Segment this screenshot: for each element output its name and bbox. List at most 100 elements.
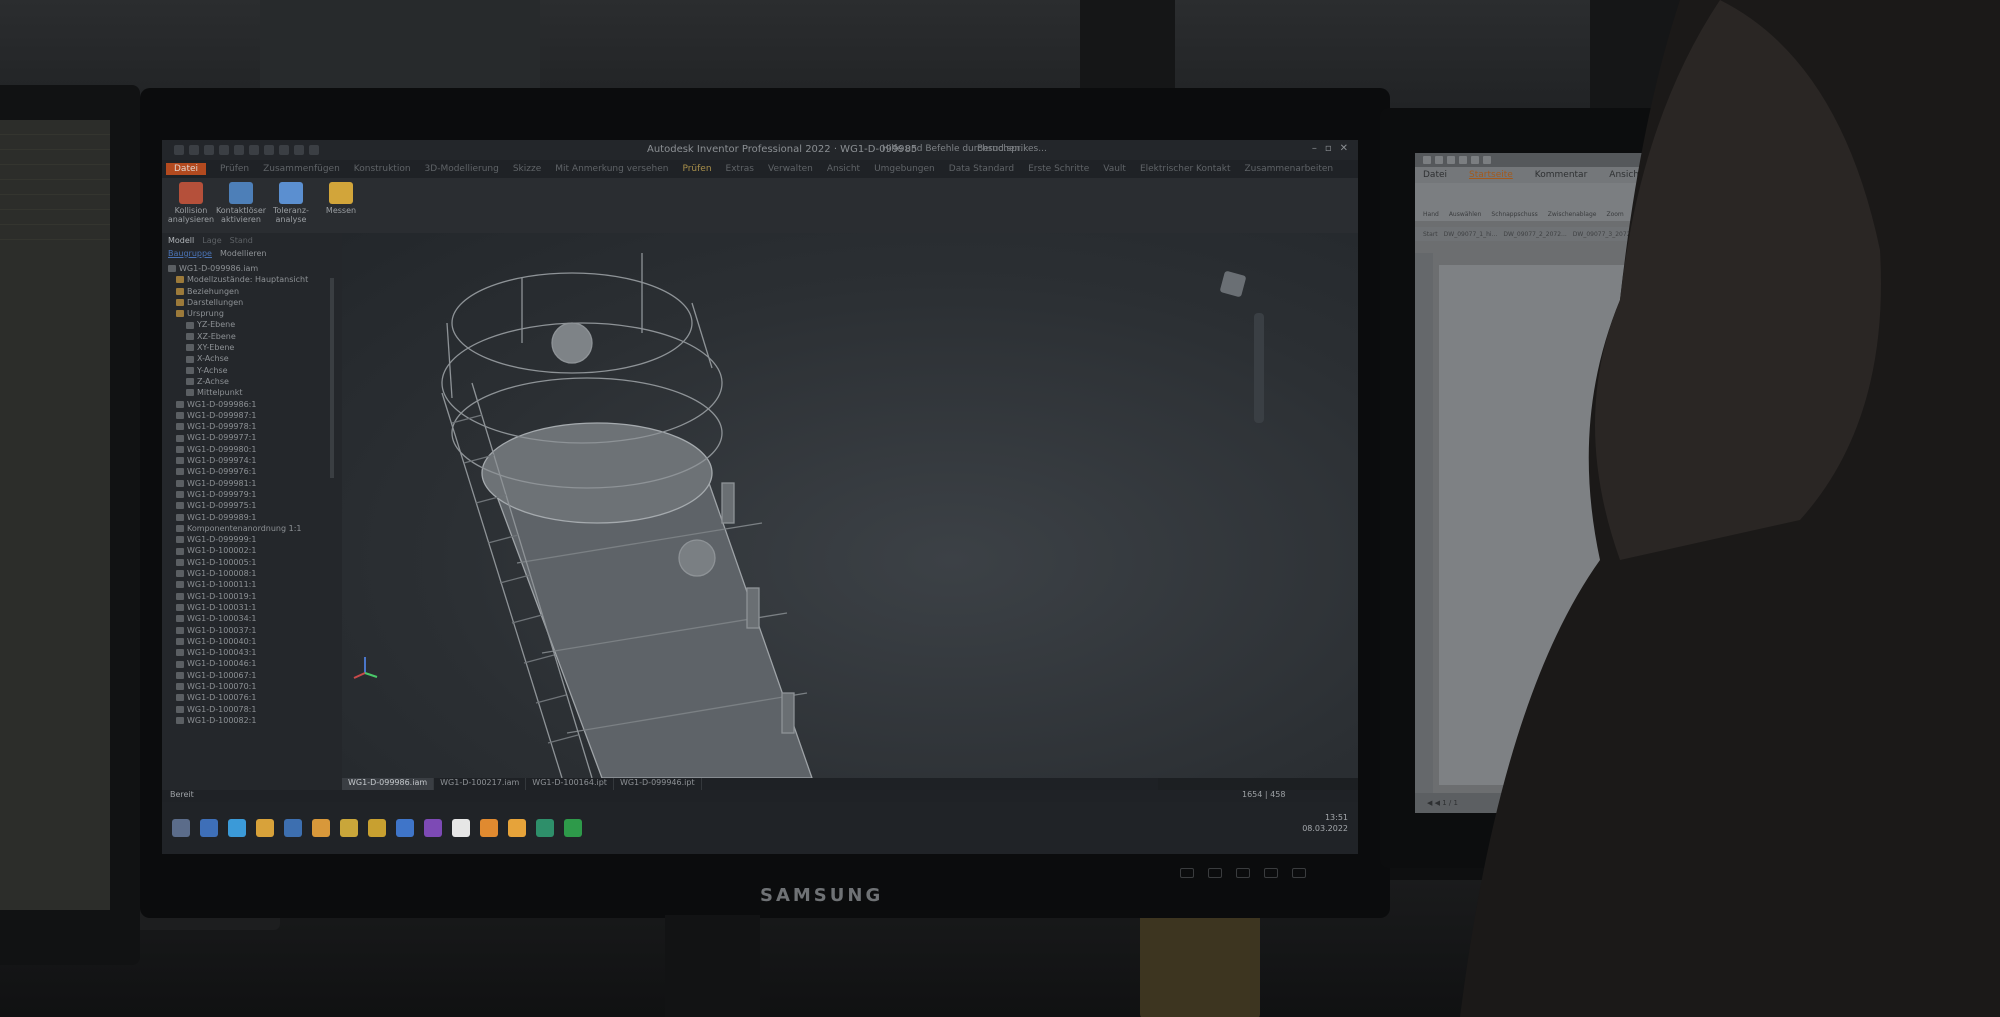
tab-skizze[interactable]: Skizze [513, 164, 541, 174]
tree-item[interactable]: WG1-D-100019:1 [162, 591, 342, 602]
home-icon[interactable] [249, 145, 259, 155]
tree-item[interactable]: WG1-D-100082:1 [162, 715, 342, 726]
browser-tab[interactable]: Stand [230, 236, 253, 245]
monitor-button[interactable] [1292, 868, 1306, 878]
taskbar-app-icon[interactable] [228, 819, 246, 837]
monitor-button[interactable] [1208, 868, 1222, 878]
tab-elektrischer-kontakt[interactable]: Elektrischer Kontakt [1140, 164, 1231, 174]
monitor-buttons[interactable] [1180, 868, 1350, 882]
tab-zusammenf-gen[interactable]: Zusammenfügen [263, 164, 340, 174]
tab-3d-modellierung[interactable]: 3D-Modellierung [425, 164, 499, 174]
tree-item[interactable]: XY-Ebene [162, 342, 342, 353]
tab-mit-anmerkung-versehen[interactable]: Mit Anmerkung versehen [555, 164, 668, 174]
taskbar-app-icon[interactable] [508, 819, 526, 837]
tree-item[interactable]: WG1-D-100040:1 [162, 636, 342, 647]
ribbon-tool-button[interactable]: Kontaktlöser aktivieren [216, 178, 266, 233]
open-icon[interactable] [189, 145, 199, 155]
tree-item[interactable]: WG1-D-100067:1 [162, 670, 342, 681]
taskbar-app-icon[interactable] [172, 819, 190, 837]
tab-zusammenarbeiten[interactable]: Zusammenarbeiten [1245, 164, 1334, 174]
tree-item[interactable]: Komponentenanordnung 1:1 [162, 523, 342, 534]
tree-item[interactable]: WG1-D-099986.iam [162, 263, 342, 274]
tree-item[interactable]: WG1-D-100043:1 [162, 647, 342, 658]
taskbar-app-icon[interactable] [256, 819, 274, 837]
document-tab[interactable]: WG1-D-099986.iam [342, 778, 435, 790]
quick-access-icons[interactable] [174, 145, 319, 155]
redo-icon[interactable] [234, 145, 244, 155]
tree-item[interactable]: Mittelpunkt [162, 387, 342, 398]
material-icon[interactable] [279, 145, 289, 155]
tree-item[interactable]: WG1-D-099977:1 [162, 432, 342, 443]
tab-extras[interactable]: Extras [726, 164, 754, 174]
tab-verwalten[interactable]: Verwalten [768, 164, 813, 174]
tree-item[interactable]: WG1-D-099981:1 [162, 478, 342, 489]
tab-umgebungen[interactable]: Umgebungen [874, 164, 935, 174]
navigation-bar[interactable] [1254, 313, 1264, 423]
tree-item[interactable]: WG1-D-100037:1 [162, 625, 342, 636]
browser-scrollbar[interactable] [330, 278, 334, 478]
tab-erste-schritte[interactable]: Erste Schritte [1028, 164, 1089, 174]
tab-vault[interactable]: Vault [1103, 164, 1126, 174]
taskbar-app-icon[interactable] [368, 819, 386, 837]
tree-item[interactable]: WG1-D-099976:1 [162, 466, 342, 477]
tree-item[interactable]: WG1-D-099986:1 [162, 399, 342, 410]
taskbar-app-icon[interactable] [564, 819, 582, 837]
taskbar-app-icon[interactable] [424, 819, 442, 837]
tree-item[interactable]: Ursprung [162, 308, 342, 319]
maximize-icon[interactable]: ▫ [1325, 143, 1332, 154]
taskbar-app-icon[interactable] [480, 819, 498, 837]
tab-datei[interactable]: Datei [166, 163, 207, 175]
tree-item[interactable]: WG1-D-099975:1 [162, 500, 342, 511]
minimize-icon[interactable]: – [1312, 143, 1317, 154]
taskbar-app-icon[interactable] [312, 819, 330, 837]
select-icon[interactable] [264, 145, 274, 155]
tree-item[interactable]: WG1-D-100034:1 [162, 613, 342, 624]
tree-item[interactable]: WG1-D-099989:1 [162, 512, 342, 523]
taskbar-app-icon[interactable] [452, 819, 470, 837]
tab-data-standard[interactable]: Data Standard [949, 164, 1014, 174]
tree-item[interactable]: WG1-D-100046:1 [162, 658, 342, 669]
tree-item[interactable]: Y-Achse [162, 365, 342, 376]
browser-subtab[interactable]: Baugruppe [168, 249, 212, 258]
tab-pr-fen[interactable]: Prüfen [682, 164, 711, 174]
tree-item[interactable]: WG1-D-100008:1 [162, 568, 342, 579]
tree-item[interactable]: WG1-D-100005:1 [162, 557, 342, 568]
tree-item[interactable]: WG1-D-099980:1 [162, 444, 342, 455]
3d-viewport[interactable] [342, 233, 1358, 778]
tree-item[interactable]: Beziehungen [162, 286, 342, 297]
monitor-button[interactable] [1264, 868, 1278, 878]
tree-item[interactable]: X-Achse [162, 353, 342, 364]
measure-icon[interactable] [309, 145, 319, 155]
tree-item[interactable]: WG1-D-100011:1 [162, 579, 342, 590]
ribbon-tool-button[interactable]: Toleranz-analyse [270, 178, 312, 233]
browser-tab[interactable]: Modell [168, 236, 194, 245]
document-tab[interactable]: WG1-D-100217.iam [434, 778, 527, 790]
tree-item[interactable]: WG1-D-099974:1 [162, 455, 342, 466]
appearance-icon[interactable] [294, 145, 304, 155]
tree-item[interactable]: Modellzustände: Hauptansicht [162, 274, 342, 285]
tree-item[interactable]: WG1-D-099987:1 [162, 410, 342, 421]
document-tab[interactable]: WG1-D-100164.ipt [526, 778, 614, 790]
undo-icon[interactable] [219, 145, 229, 155]
close-icon[interactable]: ✕ [1340, 143, 1348, 154]
ribbon-tool-button[interactable]: Messen [320, 178, 362, 233]
taskbar-app-icon[interactable] [284, 819, 302, 837]
tab-konstruktion[interactable]: Konstruktion [354, 164, 411, 174]
tab-pr-fen[interactable]: Prüfen [220, 164, 249, 174]
tree-item[interactable]: WG1-D-100002:1 [162, 545, 342, 556]
tree-item[interactable]: Z-Achse [162, 376, 342, 387]
tree-item[interactable]: WG1-D-100070:1 [162, 681, 342, 692]
sign-in[interactable]: Bernd.sprikes... [977, 144, 1047, 154]
taskbar-app-icon[interactable] [200, 819, 218, 837]
tree-item[interactable]: WG1-D-100031:1 [162, 602, 342, 613]
monitor-button[interactable] [1236, 868, 1250, 878]
tree-item[interactable]: Darstellungen [162, 297, 342, 308]
save-icon[interactable] [204, 145, 214, 155]
tree-item[interactable]: WG1-D-099979:1 [162, 489, 342, 500]
new-icon[interactable] [174, 145, 184, 155]
browser-subtab[interactable]: Modellieren [220, 249, 267, 258]
tree-item[interactable]: XZ-Ebene [162, 331, 342, 342]
tree-item[interactable]: WG1-D-100076:1 [162, 692, 342, 703]
taskbar-app-icon[interactable] [396, 819, 414, 837]
tree-item[interactable]: WG1-D-100078:1 [162, 704, 342, 715]
